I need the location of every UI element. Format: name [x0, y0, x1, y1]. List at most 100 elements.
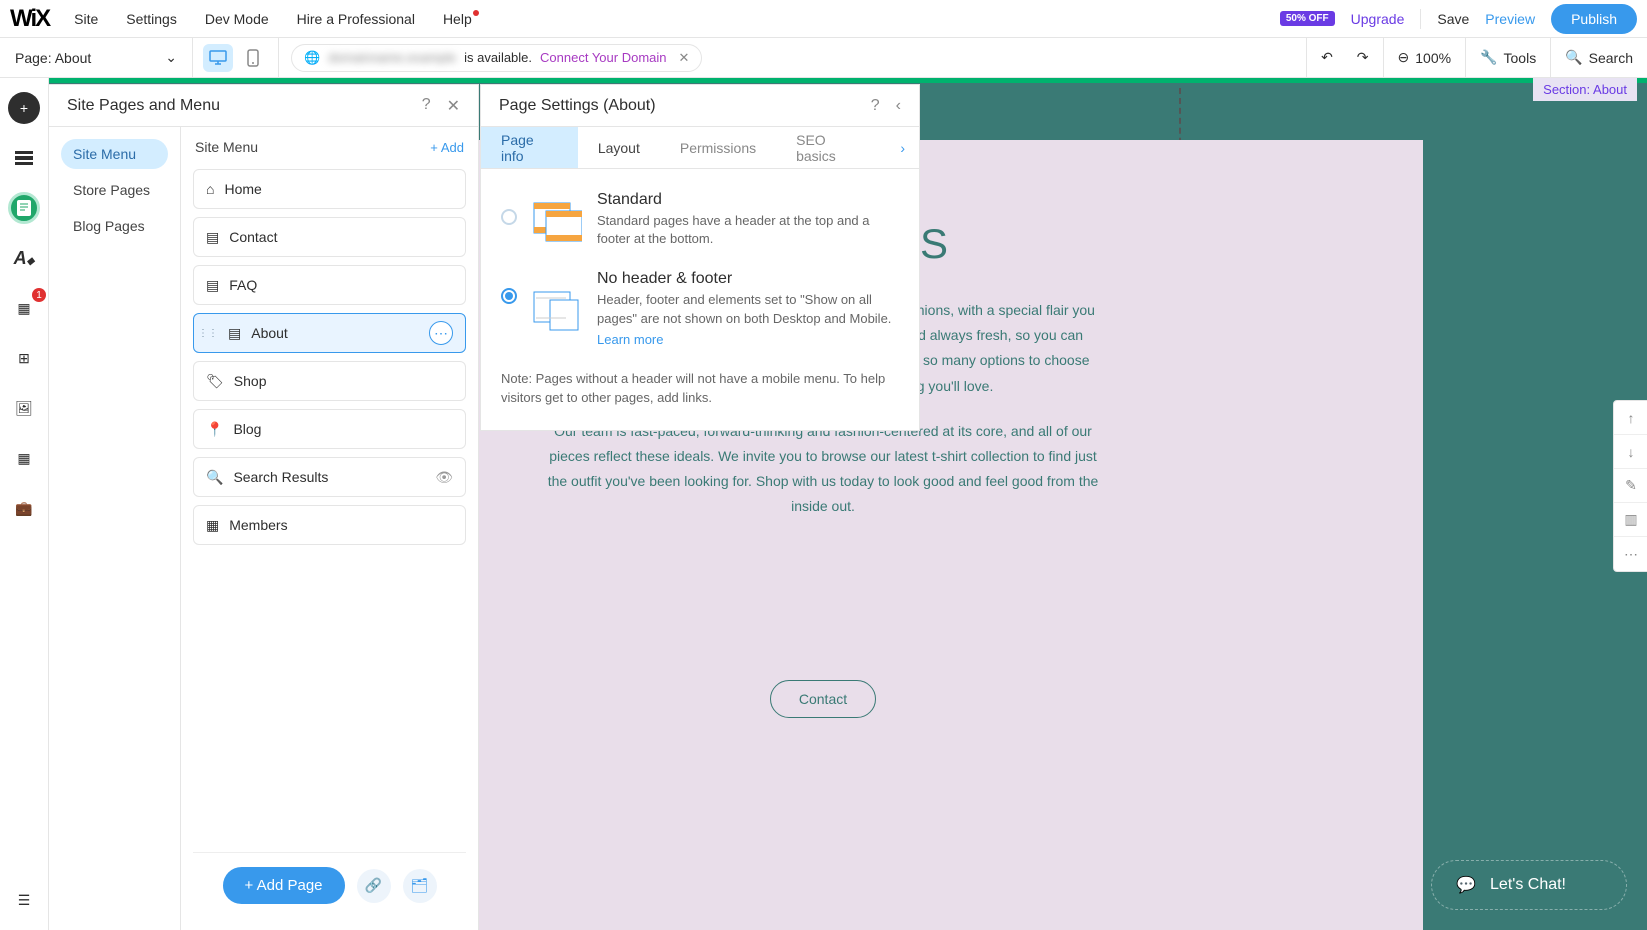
panel-title: Page Settings (About) [499, 97, 656, 115]
rail-sections-button[interactable] [8, 142, 40, 174]
rail-layers-button[interactable]: ☰ [8, 884, 40, 916]
close-icon[interactable]: ✕ [679, 50, 690, 66]
learn-more-link[interactable]: Learn more [597, 332, 663, 347]
page-selector-dropdown[interactable]: Page: About ⌄ [0, 38, 193, 78]
tools-menu[interactable]: 🔧 Tools [1465, 38, 1550, 78]
page-item-blog[interactable]: 📍Blog [193, 409, 466, 449]
rail-pages-button[interactable] [8, 192, 40, 224]
page-item-faq[interactable]: ▤FAQ [193, 265, 466, 305]
more-icon: ⋯ [1624, 546, 1638, 563]
chevron-right-icon: › [900, 140, 905, 156]
layout-option-standard[interactable]: Standard Standard pages have a header at… [501, 191, 899, 248]
page-item-home[interactable]: ⌂Home [193, 169, 466, 209]
globe-icon: 🌐 [304, 50, 320, 66]
rail-add-button[interactable]: + [8, 92, 40, 124]
layout-option-no-header-footer[interactable]: No header & footer Header, footer and el… [501, 270, 899, 346]
page-item-search-results[interactable]: 🔍Search Results👁 [193, 457, 466, 497]
desktop-view-button[interactable] [203, 44, 233, 72]
close-icon[interactable]: ✕ [447, 96, 460, 116]
tab-permissions[interactable]: Permissions [660, 127, 776, 168]
zoom-control[interactable]: ⊖ 100% [1383, 38, 1466, 78]
about-paragraph-2[interactable]: Our team is fast-paced, forward-thinking… [543, 419, 1103, 520]
tab-seo-basics[interactable]: SEO basics [776, 127, 886, 168]
page-item-shop[interactable]: 🏷Shop [193, 361, 466, 401]
top-bar: WiX Site Settings Dev Mode Hire a Profes… [0, 0, 1647, 38]
move-up-button[interactable]: ↑ [1614, 401, 1647, 435]
data-icon: ▦ [17, 450, 30, 467]
rail-apps-button[interactable]: ▦1 [8, 292, 40, 324]
chat-icon: 💬 [1456, 875, 1476, 895]
page-item-members[interactable]: ▦Members [193, 505, 466, 545]
layout-button[interactable]: ▥ [1614, 503, 1647, 537]
page-icon [17, 200, 31, 216]
add-page-button[interactable]: + Add Page [223, 867, 345, 904]
chat-widget[interactable]: 💬 Let's Chat! [1431, 860, 1627, 910]
radio-no-header-footer[interactable] [501, 288, 517, 304]
plus-icon: + [245, 877, 257, 894]
option-title: Standard [597, 191, 899, 209]
menu-settings[interactable]: Settings [126, 11, 177, 27]
contact-button[interactable]: Contact [770, 680, 876, 718]
preview-button[interactable]: Preview [1485, 11, 1535, 27]
tag-icon: 🏷 [206, 373, 224, 390]
nav-site-menu[interactable]: Site Menu [61, 139, 168, 169]
domain-notice: 🌐 domainname.example is available. Conne… [291, 44, 702, 72]
link-page-button[interactable]: 🔗 [357, 869, 391, 903]
search-button[interactable]: 🔍 Search [1550, 38, 1647, 78]
left-rail: + A◆ ▦1 ⊞ 🖼 ▦ 💼 ☰ [0, 78, 49, 930]
mobile-view-button[interactable] [238, 44, 268, 72]
menu-site[interactable]: Site [74, 11, 98, 27]
chevron-down-icon: ⌄ [165, 49, 177, 66]
settings-tabs: Page info Layout Permissions SEO basics … [481, 127, 919, 169]
panel-title: Site Pages and Menu [67, 97, 220, 115]
nav-blog-pages[interactable]: Blog Pages [61, 211, 168, 241]
help-notification-dot [473, 10, 479, 16]
tab-page-info[interactable]: Page info [481, 127, 578, 168]
section-label[interactable]: Section: About [1533, 78, 1637, 101]
tabs-scroll-right[interactable]: › [886, 127, 919, 168]
collapse-icon[interactable]: ‹ [896, 97, 901, 115]
pin-icon: 📍 [206, 421, 223, 438]
connect-domain-link[interactable]: Connect Your Domain [540, 50, 666, 65]
search-icon: 🔍 [206, 469, 223, 486]
page-icon: ▤ [228, 325, 241, 342]
plus-icon: + [20, 100, 28, 116]
folder-page-button[interactable]: 🗂 [403, 869, 437, 903]
page-actions-button[interactable]: ⋯ [429, 321, 453, 345]
rail-media-button[interactable]: 🖼 [8, 392, 40, 424]
page-item-contact[interactable]: ▤Contact [193, 217, 466, 257]
menu-help[interactable]: Help [443, 11, 472, 27]
menu-hire-pro[interactable]: Hire a Professional [297, 11, 415, 27]
page-selector-label: Page: About [15, 50, 91, 66]
add-link[interactable]: +Add [430, 140, 464, 155]
rail-addons-button[interactable]: ⊞ [8, 342, 40, 374]
page-item-about[interactable]: ⋮⋮ ▤ About ⋯ [193, 313, 466, 353]
panel-nav: Site Menu Store Pages Blog Pages [49, 127, 181, 930]
undo-icon[interactable]: ↶ [1321, 49, 1333, 66]
tab-layout[interactable]: Layout [578, 127, 660, 168]
layout-icon: ▥ [1624, 511, 1637, 528]
page-settings-panel: Page Settings (About) ? ‹ Page info Layo… [480, 84, 920, 431]
publish-button[interactable]: Publish [1551, 4, 1637, 34]
redo-icon[interactable]: ↷ [1357, 49, 1369, 66]
rail-design-button[interactable]: A◆ [8, 242, 40, 274]
edit-button[interactable]: ✎ [1614, 469, 1647, 503]
nav-store-pages[interactable]: Store Pages [61, 175, 168, 205]
upgrade-link[interactable]: Upgrade [1351, 11, 1405, 27]
discount-badge: 50% OFF [1280, 11, 1335, 26]
drag-handle-icon[interactable]: ⋮⋮ [198, 328, 218, 339]
rail-data-button[interactable]: ▦ [8, 442, 40, 474]
save-button[interactable]: Save [1437, 11, 1469, 27]
help-icon[interactable]: ? [422, 96, 431, 116]
page-icon: ▤ [206, 277, 219, 294]
rail-business-button[interactable]: 💼 [8, 492, 40, 524]
option-title: No header & footer [597, 270, 899, 288]
more-button[interactable]: ⋯ [1614, 537, 1647, 571]
radio-standard[interactable] [501, 209, 517, 225]
move-down-button[interactable]: ↓ [1614, 435, 1647, 469]
menu-dev-mode[interactable]: Dev Mode [205, 11, 269, 27]
help-icon[interactable]: ? [871, 97, 880, 115]
design-icon: A◆ [14, 248, 35, 269]
link-icon: 🔗 [365, 877, 382, 894]
wix-logo[interactable]: WiX [10, 5, 49, 33]
